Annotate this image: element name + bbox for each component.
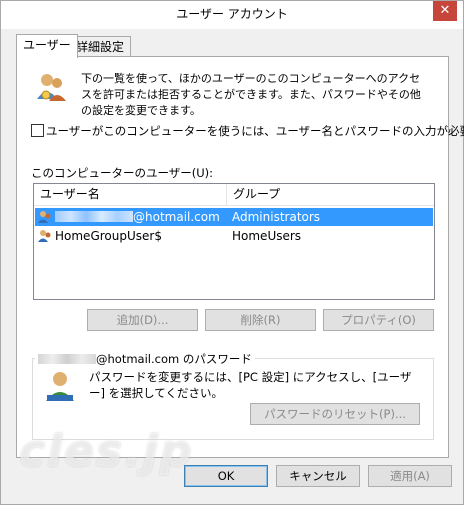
column-header-username[interactable]: ユーザー名: [34, 184, 100, 205]
redacted-email: [38, 354, 96, 364]
apply-button[interactable]: 適用(A): [368, 465, 452, 487]
remove-user-button[interactable]: 削除(R): [205, 309, 316, 331]
user-icon: [38, 211, 51, 223]
reset-password-button[interactable]: パスワードのリセット(P)...: [250, 403, 420, 425]
user-icon: [38, 230, 51, 242]
cancel-button[interactable]: キャンセル: [276, 465, 360, 487]
add-user-button[interactable]: 追加(D)...: [87, 309, 198, 331]
password-info-text: パスワードを変更するには、[PC 設定] にアクセスし、[ユーザー] を選択して…: [89, 370, 412, 400]
require-login-label: ユーザーがこのコンピューターを使うには、ユーザー名とパスワードの入力が必要(E): [46, 124, 464, 138]
properties-button[interactable]: プロパティ(O): [323, 309, 434, 331]
group-cell: Administrators: [232, 210, 321, 224]
column-header-group[interactable]: グループ: [226, 184, 280, 205]
tab-users[interactable]: ユーザー: [16, 34, 78, 58]
username-cell: HomeGroupUser$: [55, 229, 162, 243]
checkbox-box[interactable]: [31, 124, 44, 137]
require-login-checkbox[interactable]: ユーザーがこのコンピューターを使うには、ユーザー名とパスワードの入力が必要(E): [31, 123, 464, 139]
users-tab-panel: 下の一覧を使って、ほかのユーザーのこのコンピューターへのアクセスを許可または拒否…: [16, 56, 464, 458]
users-list-label: このコンピューターのユーザー(U):: [31, 166, 214, 180]
user-password-icon: [46, 372, 74, 401]
group-cell: HomeUsers: [232, 229, 302, 243]
username-cell: @hotmail.com: [55, 208, 220, 226]
password-group-title: @hotmail.com のパスワード: [35, 351, 255, 367]
ok-button[interactable]: OK: [184, 465, 268, 487]
tab-advanced[interactable]: 詳細設定: [69, 36, 132, 57]
close-button[interactable]: ✕: [433, 1, 457, 21]
title-bar: ユーザー アカウント: [1, 1, 463, 29]
window-title: ユーザー アカウント: [176, 7, 288, 21]
list-header: ユーザー名 グループ: [34, 184, 434, 206]
table-row[interactable]: @hotmail.com Administrators: [35, 208, 433, 226]
users-listview[interactable]: ユーザー名 グループ @hotmail.com Administrators H…: [33, 183, 435, 300]
redacted-email: [55, 211, 133, 222]
users-icon: [37, 74, 66, 101]
intro-text: 下の一覧を使って、ほかのユーザーのこのコンピューターへのアクセスを許可または拒否…: [81, 72, 421, 117]
user-accounts-dialog: ユーザー アカウント ✕ 詳細設定 ユーザー 下の一覧を使って、ほかのユーザーの…: [0, 0, 464, 505]
table-row[interactable]: HomeGroupUser$ HomeUsers: [35, 227, 433, 245]
watermark: cles.jp: [19, 426, 194, 477]
